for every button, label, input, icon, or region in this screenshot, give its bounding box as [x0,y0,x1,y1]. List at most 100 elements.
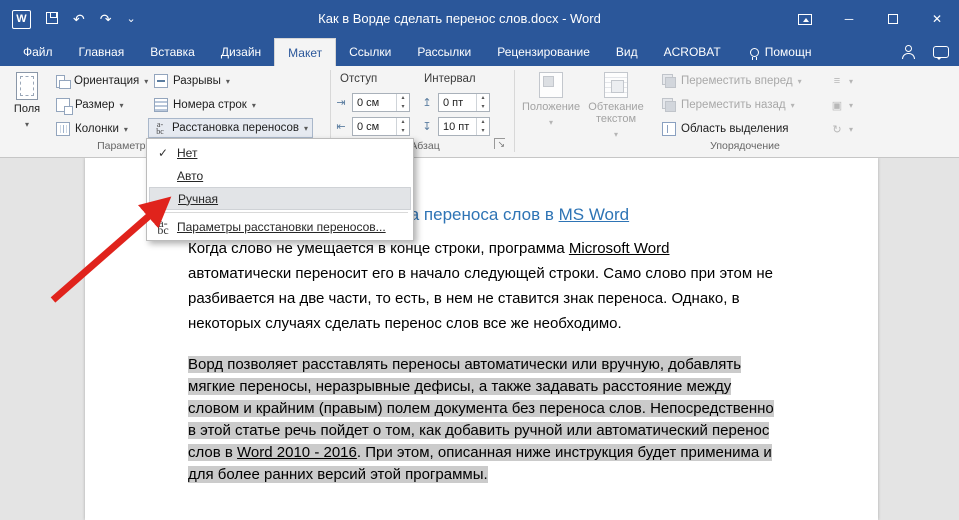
position-button[interactable]: Положение [522,69,580,129]
chevron-down-icon [798,75,802,87]
group-label-arrange: Упорядочение [710,140,780,152]
selection-pane-button[interactable]: Область выделения [658,119,793,139]
save-button[interactable] [46,0,58,38]
spacing-after-row: ↧ 10 пт ▴ ▾ [420,117,490,136]
window-title: Как в Ворде сделать перенос слов.docx - … [318,11,601,26]
spacing-before-steppers: ▴ ▾ [476,94,489,111]
margins-button[interactable]: Поля [6,69,48,131]
minimize-button[interactable]: ─ [827,0,871,38]
spin-up-button[interactable]: ▴ [477,94,489,103]
comments-icon[interactable] [933,46,949,60]
chevron-down-icon [614,128,618,141]
spacing-after-icon: ↧ [422,121,432,133]
redo-button[interactable]: ↷ [100,0,112,38]
chevron-down-icon [144,75,148,87]
qat-customize-button[interactable]: ⌄ [126,0,135,38]
send-backward-icon [662,98,676,112]
spin-down-button[interactable]: ▾ [477,127,489,136]
spacing-after-steppers: ▴ ▾ [476,118,489,135]
ribbon-display-options-button[interactable] [783,0,827,38]
send-backward-button[interactable]: Переместить назад [658,95,799,115]
orientation-button[interactable]: Ориентация [52,71,152,91]
account-icon[interactable] [902,45,915,59]
spacing-before-icon: ↥ [422,97,432,109]
menu-item-label: Нет [177,145,198,160]
tab-home[interactable]: Главная [66,38,138,66]
wrap-text-label: Обтекание текстом [588,101,644,125]
bring-forward-button[interactable]: Переместить вперед [658,71,806,91]
size-button[interactable]: Размер [52,95,128,115]
group-objects-button[interactable]: ▣ [826,95,857,115]
tab-layout[interactable]: Макет [274,38,337,66]
paragraph-2-underlined: Word 2010 - 2016 [237,444,357,461]
indent-right-input[interactable]: 0 см ▴ ▾ [352,117,410,136]
close-button[interactable]: ✕ [915,0,959,38]
position-label: Положение [521,101,581,113]
indent-right-icon: ⇤ [336,121,346,133]
tab-mailings[interactable]: Рассылки [404,38,484,66]
spin-down-button[interactable]: ▾ [477,103,489,112]
chevron-down-icon [124,123,128,135]
breaks-button[interactable]: Разрывы [150,71,234,91]
spacing-before-input[interactable]: 0 пт ▴ ▾ [438,93,490,112]
tell-me-label: Помощн [764,45,812,59]
hyphenation-icon: a-bc [153,121,167,136]
rotate-objects-icon: ↻ [832,123,842,136]
maximize-button[interactable] [871,0,915,38]
group-objects-icon: ▣ [831,99,843,112]
undo-button[interactable]: ↶ [73,0,85,38]
spin-up-button[interactable]: ▴ [477,118,489,127]
tab-references[interactable]: Ссылки [336,38,404,66]
columns-label: Колонки [75,123,119,135]
paragraph-1-underlined: Microsoft Word [568,240,670,257]
indent-left-value: 0 см [357,96,380,109]
tab-bar-right [902,38,949,66]
chevron-down-icon [304,122,308,134]
window-controls: ─ ✕ [783,0,959,38]
send-backward-label: Переместить назад [681,99,786,111]
spacing-after-value: 10 пт [443,120,470,133]
spin-up-button[interactable]: ▴ [397,94,409,103]
menu-item-none[interactable]: ✓ Нет [149,141,411,164]
tab-design[interactable]: Дизайн [208,38,274,66]
orientation-label: Ориентация [74,75,140,87]
spacing-section-label: Интервал [424,73,476,85]
chevron-down-icon [849,99,853,111]
tab-acrobat[interactable]: ACROBAT [651,38,734,66]
hyphen-bottom: bc [156,127,164,136]
position-icon [539,72,563,98]
chevron-down-icon [252,99,256,111]
tell-me-box[interactable]: Помощн [749,38,812,66]
indent-section-label: Отступ [340,73,378,85]
paragraph-1: Когда слово не умещается в конце строки,… [188,236,776,336]
tab-review[interactable]: Рецензирование [484,38,603,66]
lightbulb-icon [749,47,759,60]
line-numbers-button[interactable]: Номера строк [150,95,260,115]
tab-file[interactable]: Файл [10,38,66,66]
columns-button[interactable]: Колонки [52,119,132,139]
indent-left-row: ⇥ 0 см ▴ ▾ [334,93,410,112]
spacing-after-input[interactable]: 10 пт ▴ ▾ [438,117,490,136]
align-objects-button[interactable]: ≡ [826,71,857,91]
spin-up-button[interactable]: ▴ [397,118,409,127]
chevron-down-icon [849,123,853,135]
rotate-objects-button[interactable]: ↻ [826,119,857,139]
indent-left-input[interactable]: 0 см ▴ ▾ [352,93,410,112]
spin-down-button[interactable]: ▾ [397,103,409,112]
wrap-text-button[interactable]: Обтекание текстом [584,69,648,141]
tab-view[interactable]: Вид [603,38,651,66]
indent-left-steppers: ▴ ▾ [396,94,409,111]
tab-insert[interactable]: Вставка [137,38,208,66]
paragraph-1-text: автоматически переносит его в начало сле… [188,265,773,332]
spin-down-button[interactable]: ▾ [397,127,409,136]
quick-access-toolbar: W ↶ ↷ ⌄ [12,0,136,38]
maximize-icon [888,14,898,24]
group-separator [514,70,515,152]
document-text: Автоматическая расстановка переноса слов… [188,204,776,486]
chevron-down-icon [120,99,124,111]
selection-pane-label: Область выделения [681,123,789,135]
breaks-label: Разрывы [173,75,221,87]
hyphenation-button[interactable]: a-bc Расстановка переносов [148,118,314,138]
menu-item-label: Авто [177,168,204,183]
word-logo-icon[interactable]: W [12,9,31,29]
